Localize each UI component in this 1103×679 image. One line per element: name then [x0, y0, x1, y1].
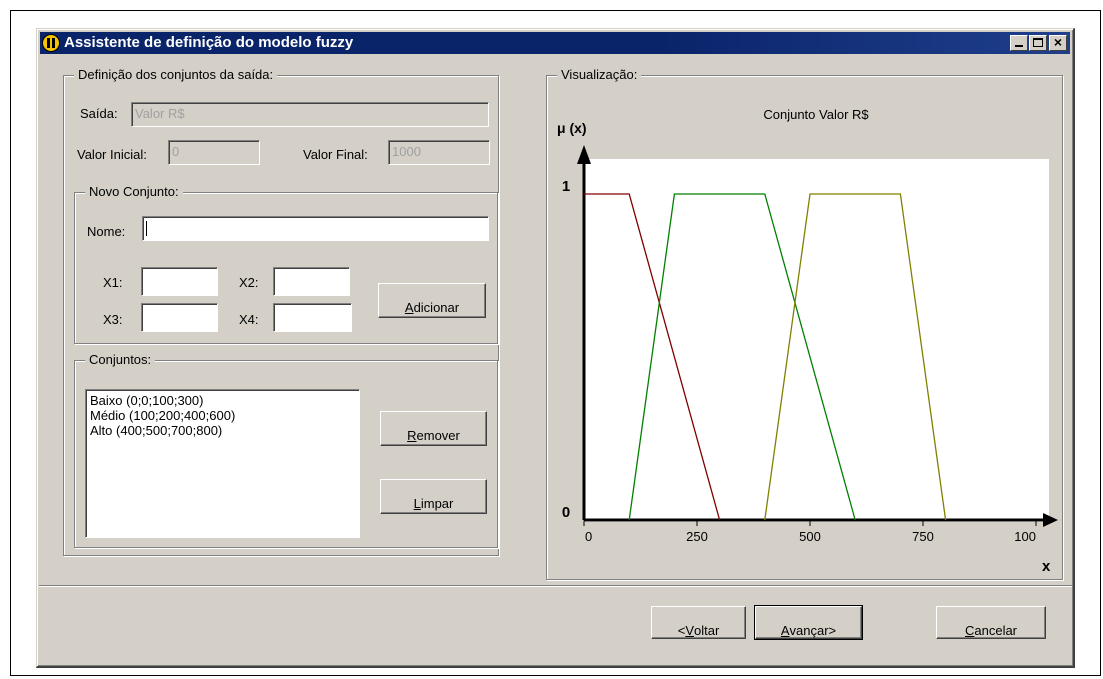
- final-value-field: 1000: [388, 140, 490, 165]
- name-label: Nome:: [87, 224, 126, 239]
- clear-button[interactable]: Limpar: [380, 479, 487, 514]
- chart-plot-area: [583, 159, 1049, 522]
- initial-value-label: Valor Inicial:: [77, 147, 147, 162]
- minimize-button[interactable]: [1010, 35, 1028, 51]
- sets-group-title: Conjuntos:: [85, 352, 156, 367]
- title-bar[interactable]: Assistente de definição do modelo fuzzy …: [40, 32, 1070, 54]
- initial-value-field: 0: [168, 140, 260, 165]
- app-icon: [42, 34, 60, 52]
- list-item[interactable]: Alto (400;500;700;800): [90, 423, 355, 438]
- x1-input[interactable]: [141, 267, 218, 296]
- visualization-group-title: Visualização:: [557, 67, 642, 82]
- x4-label: X4:: [239, 312, 259, 327]
- add-button[interactable]: Adicionar: [378, 283, 486, 318]
- name-input[interactable]: [142, 216, 489, 241]
- x2-label: X2:: [239, 275, 259, 290]
- list-item[interactable]: Baixo (0;0;100;300): [90, 393, 355, 408]
- text-caret: [146, 221, 147, 237]
- x2-input[interactable]: [273, 267, 350, 296]
- window-title: Assistente de definição do modelo fuzzy: [64, 34, 354, 51]
- next-button[interactable]: Avançar>: [754, 605, 863, 640]
- remove-button[interactable]: Remover: [380, 411, 487, 446]
- back-button[interactable]: < Voltar: [651, 606, 746, 639]
- footer-separator: [39, 585, 1072, 587]
- cancel-button[interactable]: Cancelar: [936, 606, 1046, 639]
- x4-input[interactable]: [273, 303, 352, 332]
- close-button[interactable]: ×: [1049, 34, 1067, 51]
- list-item[interactable]: Médio (100;200;400;600): [90, 408, 355, 423]
- output-label: Saída:: [80, 106, 118, 121]
- x3-input[interactable]: [141, 303, 218, 332]
- output-field: Valor R$: [131, 102, 489, 127]
- sets-listbox[interactable]: Baixo (0;0;100;300) Médio (100;200;400;6…: [85, 389, 360, 538]
- maximize-button[interactable]: [1029, 35, 1047, 51]
- close-icon: ×: [1053, 34, 1063, 50]
- final-value-label: Valor Final:: [303, 147, 368, 162]
- output-sets-group-title: Definição dos conjuntos da saída:: [74, 67, 278, 82]
- new-set-group-title: Novo Conjunto:: [85, 184, 183, 199]
- x1-label: X1:: [103, 275, 123, 290]
- x3-label: X3:: [103, 312, 123, 327]
